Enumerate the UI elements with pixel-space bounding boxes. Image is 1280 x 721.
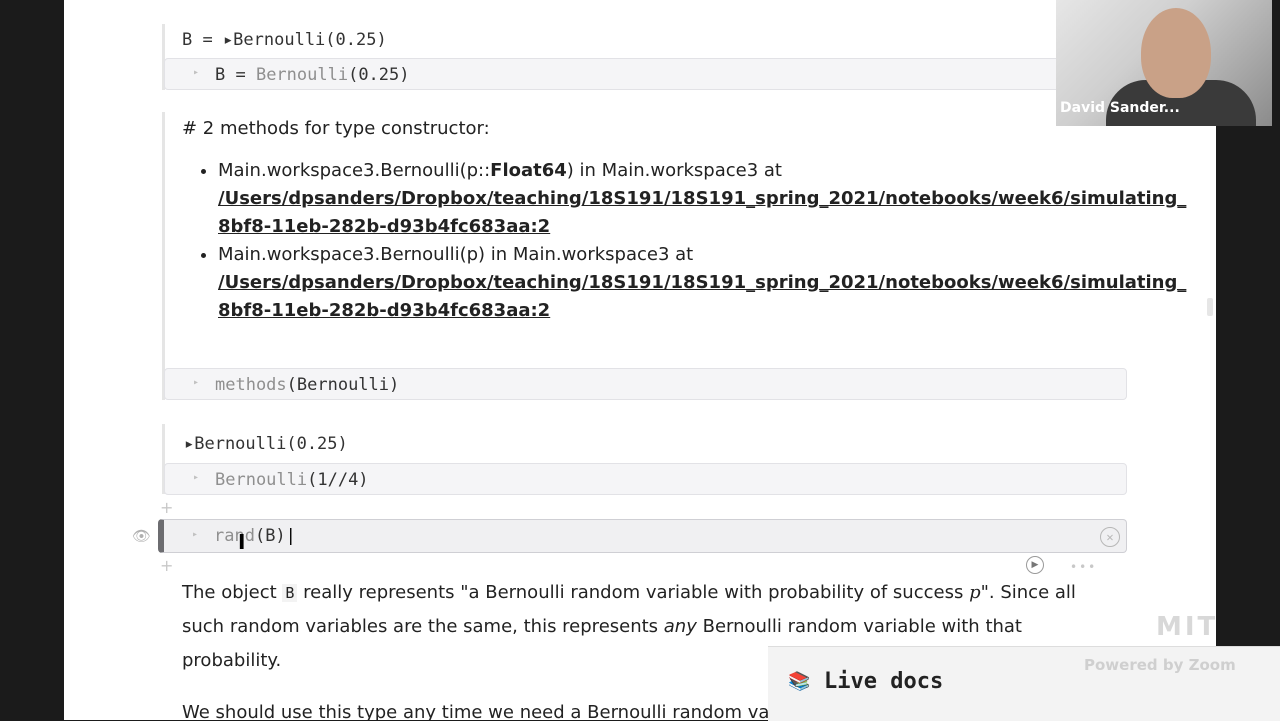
method-path-link[interactable]: 8bf8-11eb-282b-d93b4fc683aa:2 — [218, 216, 550, 237]
fold-arrow-icon[interactable]: ▸ — [193, 377, 199, 388]
cell-output-b: B = ▸Bernoulli(0.25) — [182, 30, 387, 50]
method-path-link[interactable]: 8bf8-11eb-282b-d93b4fc683aa:2 — [218, 300, 550, 321]
markdown-paragraph-2: We should use this type any time we need… — [182, 702, 770, 720]
method-item: Main.workspace3.Bernoulli(p) in Main.wor… — [218, 241, 1186, 325]
methods-output: # 2 methods for type constructor: Main.w… — [182, 118, 1186, 325]
cell-code[interactable]: methods(Bernoulli) — [215, 375, 399, 395]
notebook-page: B = ▸Bernoulli(0.25) ▸ B = Bernoulli(0.2… — [64, 0, 1216, 720]
live-docs-label: Live docs — [824, 669, 944, 694]
eye-icon[interactable]: 👁 — [132, 527, 151, 545]
code-lhs: B = — [215, 65, 256, 85]
text: The object — [182, 582, 283, 603]
cell-code-editor[interactable]: rand(B)| — [214, 526, 296, 546]
cell-code[interactable]: B = Bernoulli(0.25) — [215, 65, 410, 85]
code-fn: methods — [215, 375, 287, 395]
book-icon: 📚 — [788, 671, 811, 692]
text: really represents "a Bernoulli random va… — [297, 582, 970, 603]
code-cell-bernoulli-rational[interactable]: ▸ Bernoulli(1//4) — [164, 463, 1127, 495]
add-cell-below-button[interactable]: + — [160, 556, 173, 575]
math-symbol: p — [969, 582, 981, 603]
method-sig: Main.workspace3.Bernoulli(p) in Main.wor… — [218, 244, 694, 265]
code-cell-b-assign[interactable]: ▸ B = Bernoulli(0.25) — [164, 58, 1127, 90]
code-args: (Bernoulli) — [286, 375, 400, 395]
webcam-overlay: David Sander... — [1056, 0, 1272, 126]
code-args: (B) — [254, 526, 286, 546]
output-text: ▸Bernoulli(0.25) — [184, 434, 348, 454]
method-path-link[interactable]: /Users/dpsanders/Dropbox/teaching/18S191… — [218, 188, 1186, 209]
add-cell-above-button[interactable]: + — [160, 498, 173, 517]
method-path-link[interactable]: /Users/dpsanders/Dropbox/teaching/18S191… — [218, 272, 1186, 293]
fold-arrow-icon[interactable]: ▸ — [193, 67, 199, 78]
run-cell-icon[interactable]: ▶ — [1026, 556, 1044, 574]
inline-code: B — [282, 584, 298, 602]
code-fn: rand — [214, 526, 255, 546]
participant-name: David Sander... — [1060, 100, 1180, 116]
scrollbar-thumb[interactable] — [1207, 298, 1213, 316]
cell-code[interactable]: Bernoulli(1//4) — [215, 470, 369, 490]
mit-logo: MIT — [1156, 612, 1219, 642]
code-fn: Bernoulli — [215, 470, 308, 490]
emphasis: any — [663, 616, 697, 637]
methods-header: # 2 methods for type constructor: — [182, 118, 490, 139]
code-args: (0.25) — [348, 65, 410, 85]
zoom-watermark: Powered by Zoom — [1084, 656, 1236, 674]
output-text: B = ▸Bernoulli(0.25) — [182, 30, 387, 50]
method-sig-pre: Main.workspace3.Bernoulli(p:: — [218, 160, 491, 181]
cell-output-bernoulli[interactable]: ▸Bernoulli(0.25) — [184, 434, 348, 454]
methods-list: Main.workspace3.Bernoulli(p::Float64) in… — [182, 157, 1186, 325]
text-cursor-icon: I — [238, 530, 246, 554]
fold-arrow-icon[interactable]: ▸ — [193, 472, 199, 483]
fold-arrow-icon[interactable]: ▸ — [192, 529, 198, 540]
code-args: (1//4) — [307, 470, 369, 490]
person-head — [1141, 8, 1211, 98]
cell-left-bar — [162, 112, 165, 400]
code-fn: Bernoulli — [255, 65, 349, 85]
method-sig-post: ) in Main.workspace3 at — [566, 160, 782, 181]
code-cell-rand-active[interactable]: ▸ rand(B)| ✕ — [158, 519, 1127, 553]
delete-cell-icon[interactable]: ✕ — [1100, 527, 1120, 547]
code-cell-methods[interactable]: ▸ methods(Bernoulli) — [164, 368, 1127, 400]
more-options-icon[interactable]: ••• — [1070, 560, 1097, 574]
method-item: Main.workspace3.Bernoulli(p::Float64) in… — [218, 157, 1186, 241]
method-sig-type: Float64 — [490, 160, 567, 181]
